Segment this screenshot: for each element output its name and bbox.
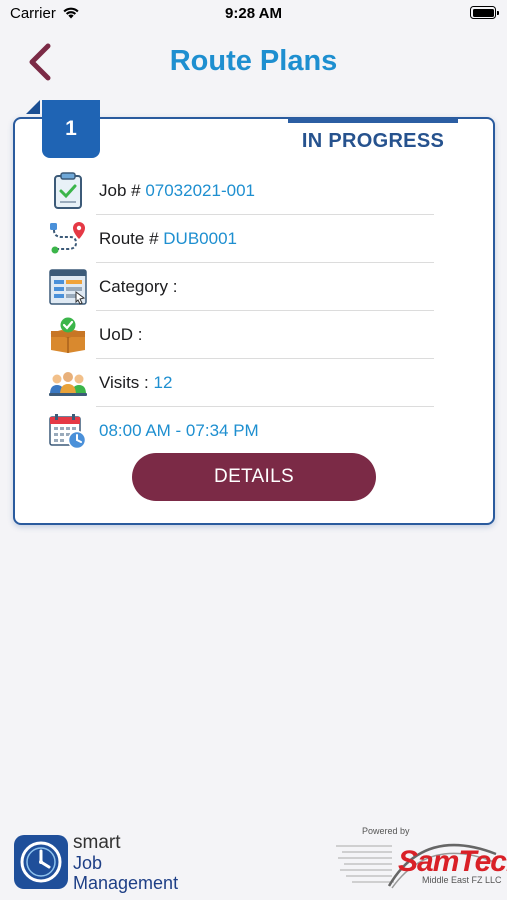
status-bar: Carrier 9:28 AM: [0, 0, 507, 28]
job-row: Job # 07032021-001: [48, 167, 434, 215]
time-range: 08:00 AM - 07:34 PM: [99, 421, 259, 440]
route-label: Route # DUB0001: [99, 229, 237, 248]
category-list-icon: [49, 269, 87, 305]
box-check-icon: [50, 317, 86, 353]
category-label: Category :: [99, 277, 178, 296]
route-pin-icon: [50, 222, 85, 254]
job-label: Job # 07032021-001: [99, 181, 255, 200]
app-name-smart: smart: [73, 832, 121, 853]
calendar-clock-icon: [49, 414, 87, 450]
job-number: 07032021-001: [145, 181, 255, 200]
powered-by-label: Powered by: [362, 826, 410, 836]
page-title: Route Plans: [169, 45, 338, 77]
app-name-management: Management: [73, 873, 179, 893]
status-underline: [288, 118, 458, 123]
route-number-badge: 1: [42, 100, 100, 158]
clock-time: 9:28 AM: [225, 5, 282, 22]
visits-count: 12: [153, 373, 173, 392]
details-button[interactable]: DETAILS: [132, 453, 376, 501]
samtech-logo-text: SamTech: [398, 845, 507, 878]
samtech-subtitle: Middle East FZ LLC: [422, 875, 502, 885]
visits-row: Visits : 12: [48, 359, 434, 407]
battery-icon: [470, 6, 499, 19]
uod-label: UoD :: [99, 325, 143, 344]
visits-label: Visits : 12: [99, 373, 173, 392]
smart-job-logo-icon: [14, 835, 68, 889]
clipboard-check-icon: [54, 172, 82, 209]
route-code: DUB0001: [163, 229, 237, 248]
app-name-job: Job: [73, 853, 103, 873]
category-row: Category :: [48, 263, 434, 311]
time-row: 08:00 AM - 07:34 PM: [48, 407, 434, 455]
visitors-group-icon: [49, 372, 87, 396]
route-row: Route # DUB0001: [48, 215, 434, 263]
tab-fold: [26, 100, 40, 114]
app-brand-text: smart Job Management: [73, 832, 179, 894]
status-badge: IN PROGRESS: [301, 130, 445, 152]
uod-row: UoD :: [48, 311, 434, 359]
